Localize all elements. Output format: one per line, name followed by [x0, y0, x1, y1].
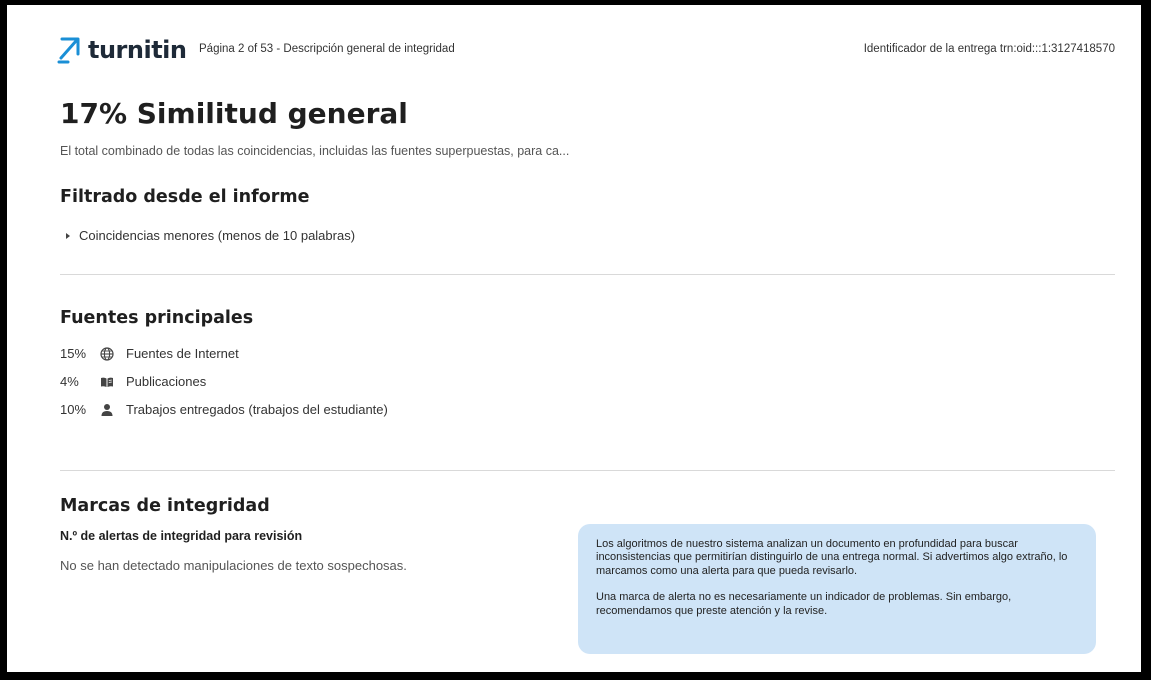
- filtered-heading: Filtrado desde el informe: [60, 187, 310, 207]
- page-indicator: Página 2 of 53 - Descripción general de …: [199, 43, 455, 55]
- submission-id: Identificador de la entrega trn:oid:::1:…: [863, 43, 1115, 55]
- turnitin-logo-icon: [57, 37, 80, 64]
- book-icon: [101, 377, 113, 387]
- source-percent: 4%: [60, 374, 79, 389]
- integrity-status: No se han detectado manipulaciones de te…: [60, 558, 407, 573]
- divider: [60, 274, 1115, 275]
- globe-icon: [100, 346, 114, 361]
- source-row-submitted-works: 10% Trabajos entregados (trabajos del es…: [60, 402, 388, 417]
- source-label: Fuentes de Internet: [126, 346, 239, 361]
- report-page: turnitin Página 2 of 53 - Descripción ge…: [7, 5, 1141, 672]
- similarity-description: El total combinado de todas las coincide…: [60, 144, 570, 158]
- source-label: Trabajos entregados (trabajos del estudi…: [126, 402, 388, 417]
- source-percent: 10%: [60, 402, 87, 417]
- source-row-internet: 15% Fuentes de Internet: [60, 346, 239, 361]
- turnitin-logo: turnitin: [56, 36, 187, 64]
- info-paragraph: Una marca de alerta no es necesariamente…: [596, 591, 1012, 617]
- divider: [60, 470, 1115, 471]
- caret-right-icon: [66, 232, 70, 239]
- integrity-info-box: Los algoritmos de nuestro sistema analiz…: [578, 524, 1096, 654]
- source-label: Publicaciones: [126, 374, 207, 389]
- sources-heading: Fuentes principales: [60, 308, 254, 328]
- brand-name: turnitin: [88, 36, 187, 64]
- source-row-publications: 4% Publicaciones: [60, 374, 206, 389]
- filter-item-label: Coincidencias menores (menos de 10 palab…: [79, 228, 356, 243]
- source-percent: 15%: [60, 346, 87, 361]
- page-header: turnitin Página 2 of 53 - Descripción ge…: [7, 5, 1141, 75]
- person-icon: [101, 403, 113, 416]
- page-title: 17% Similitud general: [60, 97, 408, 130]
- integrity-alerts-label: N.º de alertas de integridad para revisi…: [60, 529, 303, 543]
- filter-item: Coincidencias menores (menos de 10 palab…: [66, 228, 355, 243]
- info-paragraph: Los algoritmos de nuestro sistema analiz…: [596, 538, 1068, 577]
- integrity-heading: Marcas de integridad: [60, 496, 270, 516]
